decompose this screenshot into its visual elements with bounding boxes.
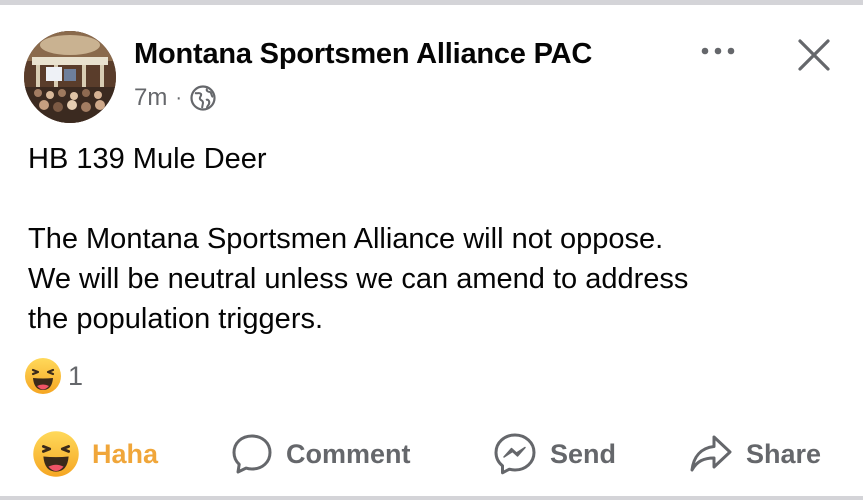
reaction-summary[interactable]: 1 (24, 356, 83, 396)
send-button[interactable]: Send (492, 428, 616, 480)
more-icon[interactable] (697, 40, 739, 62)
post-body-line: The Montana Sportsmen Alliance will not … (28, 223, 664, 255)
haha-label: Haha (92, 438, 159, 469)
post-text: HB 139 Mule Deer The Montana Sportsmen A… (28, 139, 838, 339)
bottom-divider (0, 496, 863, 500)
post-title: HB 139 Mule Deer (28, 143, 267, 175)
share-label: Share (746, 438, 822, 469)
share-icon (688, 431, 734, 477)
messenger-icon (492, 431, 538, 477)
comment-icon (230, 432, 274, 476)
globe-icon (190, 85, 216, 111)
post-timestamp[interactable]: 7m (134, 84, 167, 112)
post-body-line: We will be neutral unless we can amend t… (28, 263, 689, 295)
haha-reaction-button[interactable]: Haha (32, 428, 158, 480)
share-button[interactable]: Share (688, 428, 821, 480)
haha-emoji-icon (32, 430, 80, 478)
action-bar: Haha Comment Send Share (0, 428, 863, 480)
top-divider (0, 0, 863, 5)
post-body-line: the population triggers. (28, 303, 324, 335)
comment-label: Comment (286, 438, 411, 469)
post-meta: 7m · (134, 83, 216, 113)
close-icon[interactable] (795, 36, 833, 74)
avatar-image (24, 31, 116, 123)
page-name[interactable]: Montana Sportsmen Alliance PAC (134, 38, 592, 71)
page-avatar[interactable] (24, 31, 116, 123)
comment-button[interactable]: Comment (230, 428, 411, 480)
send-label: Send (550, 438, 617, 469)
haha-emoji-icon (24, 357, 62, 395)
reaction-count: 1 (68, 360, 84, 391)
meta-separator: · (175, 86, 183, 109)
